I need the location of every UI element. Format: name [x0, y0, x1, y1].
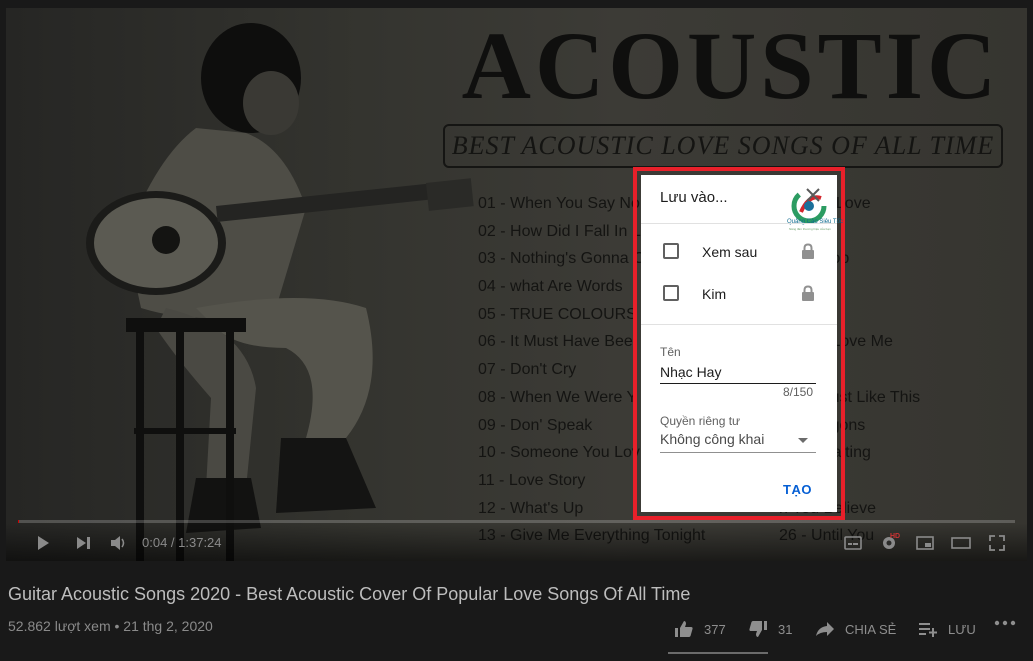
divider [641, 324, 837, 325]
like-button[interactable]: 377 [674, 620, 726, 638]
privacy-select[interactable]: Không công khai [660, 430, 816, 453]
checkbox[interactable] [663, 285, 679, 301]
dislike-button[interactable]: 31 [748, 620, 792, 638]
share-icon [816, 622, 834, 636]
lock-icon [802, 243, 814, 259]
privacy-label: Quyền riêng tư [660, 414, 741, 428]
checkbox[interactable] [663, 243, 679, 259]
name-char-counter: 8/150 [783, 385, 814, 399]
fullscreen-icon[interactable] [986, 533, 1008, 553]
close-icon[interactable] [805, 187, 821, 203]
playlist-name-input[interactable] [660, 364, 816, 384]
divider [641, 223, 837, 224]
create-button[interactable]: TẠO [783, 482, 812, 497]
brand-logo-tagline: Nâng tầm thương hiệu của bạn [789, 227, 831, 231]
privacy-value: Không công khai [660, 431, 765, 447]
theater-mode-icon[interactable] [950, 533, 972, 553]
play-icon[interactable] [32, 533, 54, 553]
brand-logo-text: Quảng Cáo Siêu Tốc [787, 219, 843, 225]
thumbs-up-icon [675, 621, 693, 637]
dialog-title: Lưu vào... [660, 189, 728, 206]
share-button[interactable]: CHIA SẺ [815, 620, 896, 638]
more-horizontal-icon [994, 620, 1016, 626]
dislike-count: 31 [778, 621, 793, 637]
volume-icon[interactable] [107, 533, 129, 553]
video-headline: ACOUSTIC [461, 12, 1001, 119]
subtitles-icon[interactable] [842, 533, 864, 553]
hd-badge: HD [890, 533, 901, 540]
progress-fill [18, 520, 19, 523]
thumbs-down-icon [749, 621, 767, 637]
share-label: CHIA SẺ [845, 621, 897, 637]
lock-icon [802, 285, 814, 301]
playlist-label: Xem sau [702, 244, 758, 260]
save-button[interactable]: LƯU [918, 620, 976, 638]
save-label: LƯU [948, 621, 976, 637]
progress-bar[interactable] [18, 520, 1015, 523]
timecode: 0:04 / 1:37:24 [142, 535, 222, 550]
playlist-option-xem-sau[interactable]: Xem sau [663, 243, 823, 263]
like-count: 377 [704, 621, 726, 637]
next-icon[interactable] [72, 533, 94, 553]
save-to-playlist-dialog: Lưu vào... Quảng Cáo Siêu Tốc Nâng tầm t… [641, 175, 843, 512]
view-count-date: 52.862 lượt xem • 21 thg 2, 2020 [8, 618, 213, 634]
video-subheadline: BEST ACOUSTIC LOVE SONGS OF ALL TIME [443, 124, 1003, 168]
guitarist-illustration [86, 23, 474, 561]
video-title: Guitar Acoustic Songs 2020 - Best Acoust… [8, 584, 691, 604]
miniplayer-icon[interactable] [914, 533, 936, 553]
dropdown-arrow-icon [798, 438, 808, 443]
playlist-add-icon [919, 623, 937, 637]
playlist-option-kim[interactable]: Kim [663, 285, 823, 305]
video-player[interactable]: ACOUSTIC BEST ACOUSTIC LOVE SONGS OF ALL… [6, 8, 1027, 561]
more-actions-button[interactable] [994, 620, 1016, 626]
name-field-label: Tên [660, 345, 681, 359]
sentiment-bar [668, 652, 768, 654]
playlist-label: Kim [702, 286, 727, 302]
